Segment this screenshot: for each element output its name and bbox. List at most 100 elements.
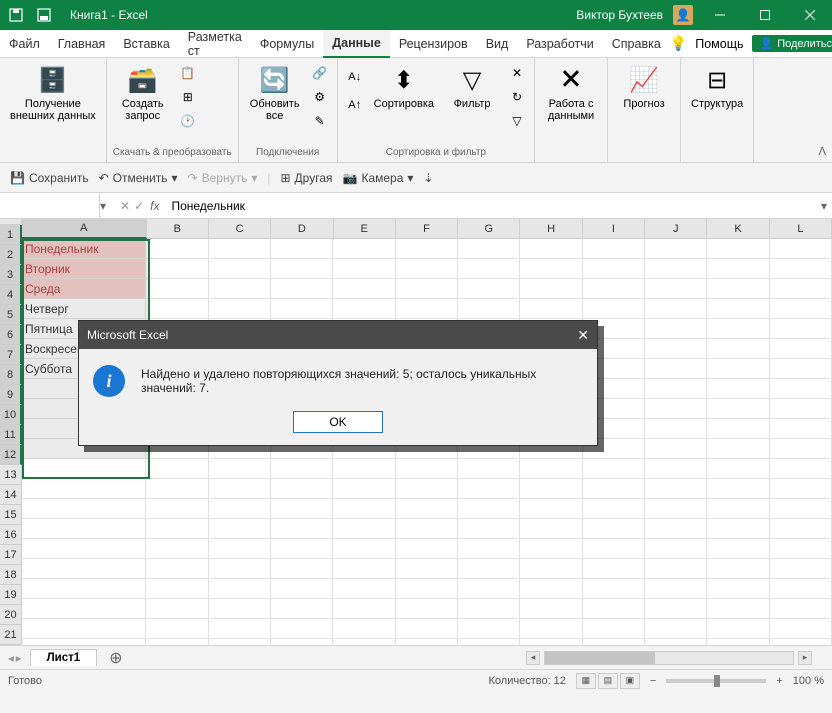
row-header[interactable]: 5 (0, 305, 22, 325)
cell[interactable] (458, 599, 520, 619)
menu-formulas[interactable]: Формулы (251, 30, 323, 58)
cell[interactable] (520, 519, 582, 539)
cell[interactable] (271, 479, 333, 499)
cell[interactable]: Среда (22, 279, 146, 299)
cell[interactable] (707, 439, 769, 459)
cell[interactable] (707, 299, 769, 319)
properties-button[interactable]: ⚙ (309, 86, 331, 108)
cell[interactable] (707, 499, 769, 519)
cell[interactable] (22, 639, 146, 645)
menu-review[interactable]: Рецензиров (390, 30, 477, 58)
row-header[interactable]: 21 (0, 625, 22, 645)
cell[interactable] (396, 579, 458, 599)
view-break-button[interactable]: ▣ (620, 673, 640, 689)
cell[interactable] (396, 599, 458, 619)
menu-developer[interactable]: Разработчи (517, 30, 602, 58)
cell[interactable] (770, 519, 832, 539)
col-header-f[interactable]: F (396, 219, 458, 239)
cell[interactable] (707, 619, 769, 639)
cell[interactable] (333, 459, 395, 479)
cell[interactable] (458, 539, 520, 559)
cell[interactable] (770, 399, 832, 419)
cell[interactable] (271, 619, 333, 639)
row-header[interactable]: 12 (0, 445, 22, 465)
advanced-filter-button[interactable]: ▽ (506, 110, 528, 132)
cell[interactable] (271, 599, 333, 619)
cell[interactable] (458, 639, 520, 645)
zoom-in-button[interactable]: + (776, 675, 782, 687)
cell[interactable] (271, 499, 333, 519)
cell[interactable] (209, 479, 271, 499)
cell[interactable] (645, 319, 707, 339)
cell[interactable] (520, 599, 582, 619)
menu-data[interactable]: Данные (323, 30, 390, 58)
cell[interactable] (209, 539, 271, 559)
autosave-icon[interactable] (8, 7, 24, 23)
cell[interactable] (22, 579, 146, 599)
row-header[interactable]: 15 (0, 505, 22, 525)
cell[interactable] (396, 559, 458, 579)
cell[interactable] (583, 519, 645, 539)
cell[interactable] (770, 239, 832, 259)
cell[interactable] (22, 459, 146, 479)
hscroll-left[interactable]: ◂ (526, 651, 540, 665)
cell[interactable] (645, 299, 707, 319)
cell[interactable] (271, 519, 333, 539)
col-header-e[interactable]: E (334, 219, 396, 239)
col-header-c[interactable]: C (209, 219, 271, 239)
cell[interactable] (22, 479, 146, 499)
cancel-formula-button[interactable]: ✕ (120, 199, 130, 213)
sheet-tab[interactable]: Лист1 (30, 649, 98, 666)
reapply-button[interactable]: ↻ (506, 86, 528, 108)
cell[interactable] (583, 459, 645, 479)
add-sheet-button[interactable]: ⊕ (97, 648, 134, 668)
row-header[interactable]: 7 (0, 345, 22, 365)
cell[interactable] (645, 379, 707, 399)
hscroll-thumb[interactable] (545, 652, 655, 664)
menu-insert[interactable]: Вставка (114, 30, 178, 58)
name-box[interactable] (0, 193, 100, 218)
cell[interactable] (645, 279, 707, 299)
row-header[interactable]: 13 (0, 465, 22, 485)
cell[interactable] (770, 419, 832, 439)
dialog-titlebar[interactable]: Microsoft Excel ✕ (79, 321, 597, 349)
cell[interactable] (583, 279, 645, 299)
cell[interactable] (645, 619, 707, 639)
cell[interactable] (271, 239, 333, 259)
cell[interactable] (707, 379, 769, 399)
cell[interactable] (333, 499, 395, 519)
row-header[interactable]: 19 (0, 585, 22, 605)
cell[interactable] (770, 439, 832, 459)
row-header[interactable]: 3 (0, 265, 22, 285)
cell[interactable] (520, 239, 582, 259)
cell[interactable] (271, 259, 333, 279)
row-header[interactable]: 11 (0, 425, 22, 445)
cell[interactable] (770, 639, 832, 645)
col-header-h[interactable]: H (520, 219, 582, 239)
cell[interactable] (146, 639, 208, 645)
cell[interactable] (209, 239, 271, 259)
cell[interactable] (146, 539, 208, 559)
cell[interactable] (520, 559, 582, 579)
cell[interactable] (707, 279, 769, 299)
cell[interactable] (520, 259, 582, 279)
cell[interactable] (520, 299, 582, 319)
cell[interactable] (396, 539, 458, 559)
menu-help[interactable]: Справка (603, 30, 670, 58)
row-header[interactable]: 6 (0, 325, 22, 345)
qb-undo-button[interactable]: ↶ Отменить ▾ (99, 171, 178, 185)
cell[interactable] (458, 239, 520, 259)
cell[interactable] (520, 279, 582, 299)
cell[interactable] (707, 259, 769, 279)
cell[interactable] (271, 299, 333, 319)
menu-layout[interactable]: Разметка ст (179, 30, 251, 58)
collapse-ribbon-button[interactable]: ᐱ (818, 145, 826, 158)
cell[interactable] (333, 259, 395, 279)
cell[interactable] (458, 559, 520, 579)
cell[interactable] (146, 619, 208, 639)
cell[interactable] (583, 299, 645, 319)
cell[interactable] (333, 559, 395, 579)
cell[interactable] (209, 499, 271, 519)
cell[interactable] (146, 259, 208, 279)
expand-formula-bar-button[interactable]: ▾ (816, 199, 832, 213)
